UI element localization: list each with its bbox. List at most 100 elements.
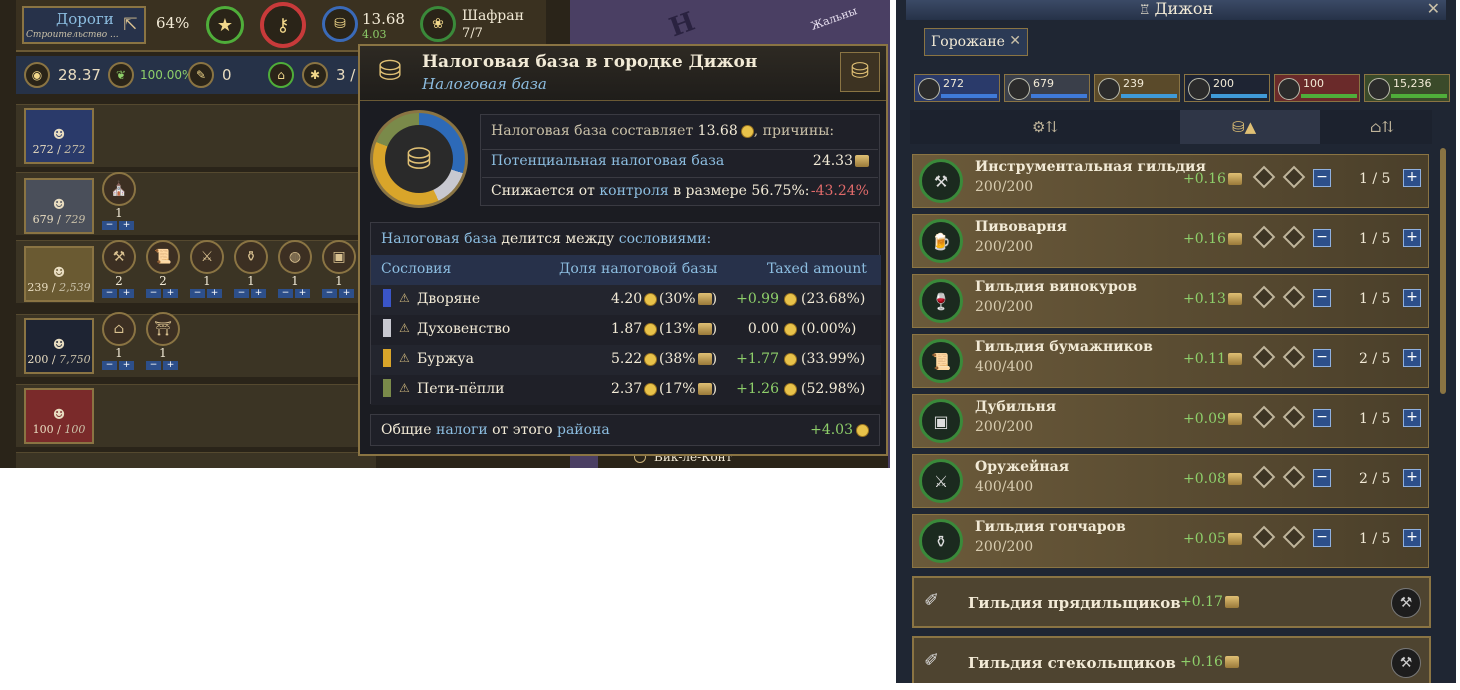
estate-name: Буржуа xyxy=(417,351,474,367)
decrease-button[interactable]: − xyxy=(1313,409,1331,427)
priority-icon[interactable] xyxy=(1252,345,1276,369)
decrease-button[interactable]: − xyxy=(1313,169,1331,187)
minus-button[interactable]: − xyxy=(146,361,161,370)
building-slot[interactable]: ⚔ 1− + xyxy=(190,240,228,300)
pop-chip[interactable]: 200 xyxy=(1184,74,1270,102)
tax-base-icon[interactable]: ⛁ xyxy=(322,6,358,42)
building-row[interactable]: ⚱ Гильдия гончаров 200/200 +0.05 − 1 / 5 + xyxy=(912,514,1429,568)
pop-card[interactable]: ☻ 100 / 100 xyxy=(24,388,94,444)
building-count: 2 / 5 xyxy=(1359,471,1391,487)
minus-button[interactable]: − xyxy=(102,361,117,370)
priority-icon[interactable] xyxy=(1282,525,1306,549)
control-percent: 64% xyxy=(156,14,190,32)
building-slot[interactable]: ◍ 1− + xyxy=(278,240,316,300)
building-slot[interactable]: ⚱ 1− + xyxy=(234,240,272,300)
priority-icon[interactable] xyxy=(1282,345,1306,369)
plus-button[interactable]: + xyxy=(163,289,178,298)
decrease-button[interactable]: − xyxy=(1313,349,1331,367)
building-row[interactable]: 📜 Гильдия бумажников 400/400 +0.11 − 2 / 5 + xyxy=(912,334,1429,388)
increase-button[interactable]: + xyxy=(1403,469,1421,487)
minus-button[interactable]: − xyxy=(102,289,117,298)
building-slot[interactable]: ▣ 1− + xyxy=(322,240,360,300)
sort-income-active[interactable]: ⛁▲ xyxy=(1180,110,1320,144)
increase-button[interactable]: + xyxy=(1403,529,1421,547)
priority-icon[interactable] xyxy=(1282,405,1306,429)
minus-button[interactable]: − xyxy=(190,289,205,298)
building-slot[interactable]: ⛩ 1− + xyxy=(146,312,184,372)
trade-good-icon[interactable]: ❀ xyxy=(420,6,456,42)
estate-taxed: +1.77 xyxy=(736,351,779,367)
plus-button[interactable]: + xyxy=(251,289,266,298)
minus-button[interactable]: − xyxy=(322,289,337,298)
sort-building-icon[interactable]: ⌂⇅ xyxy=(1370,118,1394,136)
remove-tag-icon[interactable]: ✕ xyxy=(1009,33,1021,49)
decrease-button[interactable]: − xyxy=(1313,289,1331,307)
priority-icon[interactable] xyxy=(1252,465,1276,489)
priority-icon[interactable] xyxy=(1282,225,1306,249)
pop-chip[interactable]: 679 xyxy=(1004,74,1090,102)
increase-button[interactable]: + xyxy=(1403,169,1421,187)
increase-button[interactable]: + xyxy=(1403,409,1421,427)
plus-button[interactable]: + xyxy=(339,289,354,298)
pop-chip[interactable]: 15,236 xyxy=(1364,74,1450,102)
pop-type-tag[interactable]: Горожане ✕ xyxy=(924,28,1028,56)
star-icon[interactable]: ★ xyxy=(206,6,244,44)
key-icon[interactable]: ⚷ xyxy=(260,2,306,48)
increase-button[interactable]: + xyxy=(1403,349,1421,367)
stat-c[interactable]: ✎ 0 xyxy=(188,56,232,94)
estate-table-header: Сословия Доля налоговой базы Taxed amoun… xyxy=(371,255,881,285)
building-row[interactable]: ⚔ Оружейная 400/400 +0.08 − 2 / 5 + xyxy=(912,454,1429,508)
building-row[interactable]: ⚒ Инструментальная гильдия 200/200 +0.16 − 1 … xyxy=(912,154,1429,208)
minus-button[interactable]: − xyxy=(234,289,249,298)
building-slot[interactable]: 📜 2− + xyxy=(146,240,184,300)
building-row[interactable]: 🍷 Гильдия винокуров 200/200 +0.13 − 1 / 5 + xyxy=(912,274,1429,328)
building-row[interactable]: ▣ Дубильня 200/200 +0.09 − 1 / 5 + xyxy=(912,394,1429,448)
pop-chip[interactable]: 272 xyxy=(914,74,1000,102)
unbuilt-building-row[interactable]: ✐ Гильдия прядильщиков +0.17 ⚒ xyxy=(912,576,1431,628)
building-slot[interactable]: ⌂ 1− + xyxy=(102,312,140,372)
building-row[interactable]: 🍺 Пивоварня 200/200 +0.16 − 1 / 5 + xyxy=(912,214,1429,268)
building-slot[interactable]: ⚒ 2− + xyxy=(102,240,140,300)
priority-icon[interactable] xyxy=(1282,465,1306,489)
estate-row: ⚠ Буржуа 5.22 (38%) +1.77 (33.99%) xyxy=(371,345,881,375)
build-hammer-icon[interactable]: ⚒ xyxy=(1391,648,1421,678)
scrollbar[interactable] xyxy=(1440,148,1446,394)
decrease-button[interactable]: − xyxy=(1313,469,1331,487)
decrease-button[interactable]: − xyxy=(1313,229,1331,247)
priority-icon[interactable] xyxy=(1282,165,1306,189)
increase-button[interactable]: + xyxy=(1403,289,1421,307)
pop-card[interactable]: ☻ 272 / 272 xyxy=(24,108,94,164)
potential-tax-base-link[interactable]: Потенциальная налоговая база xyxy=(491,153,724,169)
plus-button[interactable]: + xyxy=(119,221,134,230)
pop-card[interactable]: ☻ 200 / 7,750 xyxy=(24,318,94,374)
priority-icon[interactable] xyxy=(1252,225,1276,249)
plus-button[interactable]: + xyxy=(163,361,178,370)
minus-button[interactable]: − xyxy=(278,289,293,298)
plus-button[interactable]: + xyxy=(295,289,310,298)
increase-button[interactable]: + xyxy=(1403,229,1421,247)
decrease-button[interactable]: − xyxy=(1313,529,1331,547)
pop-card[interactable]: ☻ 239 / 2,539 xyxy=(24,246,94,302)
stat-d[interactable]: ⌂ ✱ 3 / xyxy=(268,56,355,94)
priority-icon[interactable] xyxy=(1252,405,1276,429)
plus-button[interactable]: + xyxy=(207,289,222,298)
priority-icon[interactable] xyxy=(1252,525,1276,549)
priority-icon[interactable] xyxy=(1282,285,1306,309)
priority-icon[interactable] xyxy=(1252,285,1276,309)
pop-chip[interactable]: 100 xyxy=(1274,74,1360,102)
build-hammer-icon[interactable]: ⚒ xyxy=(1391,588,1421,618)
plus-button[interactable]: + xyxy=(119,289,134,298)
unbuilt-building-row[interactable]: ✐ Гильдия стекольщиков +0.16 ⚒ xyxy=(912,636,1431,683)
minus-button[interactable]: − xyxy=(146,289,161,298)
stat-a[interactable]: ◉ 28.37 xyxy=(24,56,101,94)
pop-chip[interactable]: 239 xyxy=(1094,74,1180,102)
pop-card[interactable]: ☻ 679 / 729 xyxy=(24,178,94,234)
priority-icon[interactable] xyxy=(1252,165,1276,189)
building-slot[interactable]: ⛪ 1 − + xyxy=(102,172,140,232)
plus-button[interactable]: + xyxy=(119,361,134,370)
sort-type-icon[interactable]: ⚙⇅ xyxy=(1032,118,1058,136)
stat-b[interactable]: ❦ 100.00% xyxy=(108,56,193,94)
minus-button[interactable]: − xyxy=(102,221,117,230)
roads-button[interactable]: Дороги Строительство ... ⇱ xyxy=(22,6,146,44)
close-icon[interactable]: ✕ xyxy=(1427,0,1440,18)
